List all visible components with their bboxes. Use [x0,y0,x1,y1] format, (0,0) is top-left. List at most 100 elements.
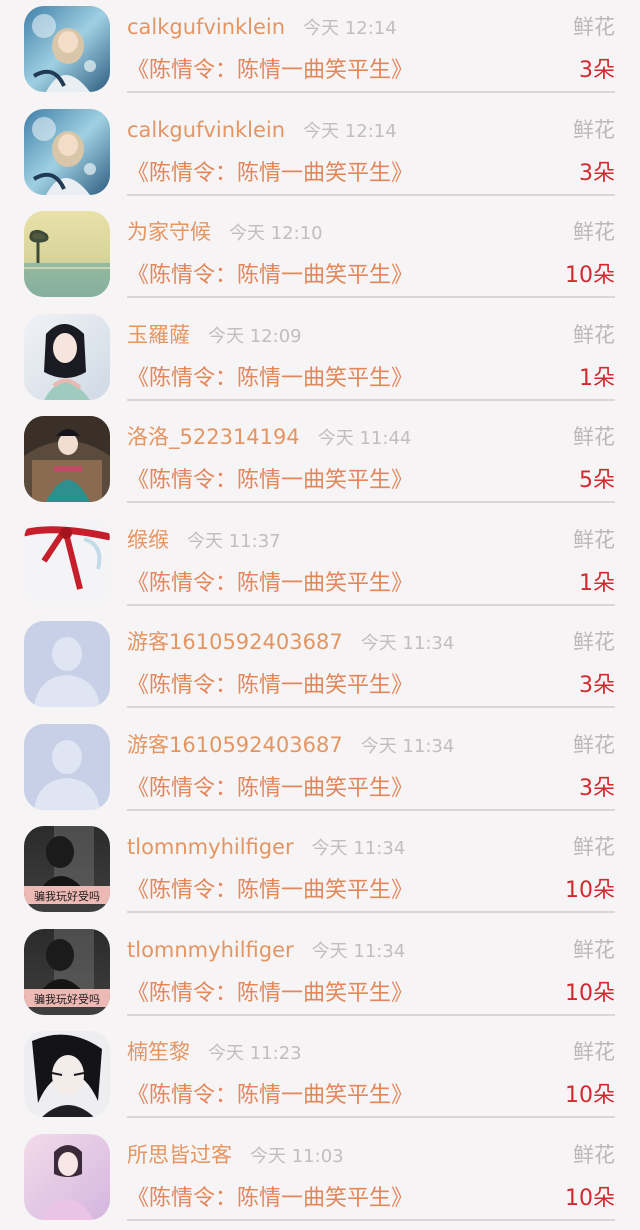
list-item[interactable]: 楠笙黎今天 11:23 鲜花 《陈情令：陈情一曲笑平生》 10朵 [0,1025,640,1128]
avatar[interactable] [24,1031,110,1117]
gift-type: 鲜花 [573,937,615,963]
user-name[interactable]: calkgufvinklein [127,118,285,142]
avatar-image [24,1134,110,1220]
gift-time: 今天 12:14 [303,121,397,142]
item-info: calkgufvinklein 今天 12:14 鲜花 《陈情令：陈情一曲笑平生》… [127,103,615,196]
gift-type: 鲜花 [573,1039,615,1065]
gift-count: 3朵 [579,160,615,188]
avatar-image [24,314,110,400]
book-title[interactable]: 《陈情令：陈情一曲笑平生》 [127,570,413,598]
gift-type: 鲜花 [573,117,615,143]
gift-type: 鲜花 [573,629,615,655]
gift-time: 今天 12:14 [303,18,397,39]
gift-time: 今天 11:34 [312,941,406,962]
gift-count: 10朵 [565,980,615,1008]
user-name[interactable]: tlomnmyhilfiger [127,938,294,962]
avatar-image: 骗我玩好受吗 [24,826,110,912]
book-title[interactable]: 《陈情令：陈情一曲笑平生》 [127,467,413,495]
gift-count: 10朵 [565,262,615,290]
gift-time: 今天 11:37 [187,531,281,552]
user-name[interactable]: 楠笙黎 [127,1040,190,1064]
avatar-image [24,1031,110,1117]
item-info: 为家守候今天 12:10 鲜花 《陈情令：陈情一曲笑平生》 10朵 [127,205,615,298]
user-name[interactable]: 缑缑 [127,528,169,552]
gift-count: 1朵 [579,365,615,393]
user-name[interactable]: 玉羅薩 [127,323,190,347]
list-item[interactable]: calkgufvinklein 今天 12:14 鲜花 《陈情令：陈情一曲笑平生》… [0,103,640,206]
gift-type: 鲜花 [573,424,615,450]
list-item[interactable]: 骗我玩好受吗 tlomnmyhilfiger 今天 11:34 鲜花 《陈情令：陈… [0,820,640,923]
book-title[interactable]: 《陈情令：陈情一曲笑平生》 [127,775,413,803]
user-name[interactable]: calkgufvinklein [127,15,285,39]
list-item[interactable]: 所思皆过客今天 11:03 鲜花 《陈情令：陈情一曲笑平生》 10朵 [0,1128,640,1230]
gift-count: 1朵 [579,570,615,598]
gift-count: 5朵 [579,467,615,495]
gift-type: 鲜花 [573,834,615,860]
avatar-image: 骗我玩好受吗 [24,929,110,1015]
gift-count: 10朵 [565,1185,615,1213]
book-title[interactable]: 《陈情令：陈情一曲笑平生》 [127,262,413,290]
user-name[interactable]: 游客1610592403687 [127,630,343,654]
list-item[interactable]: 游客1610592403687 今天 11:34 鲜花 《陈情令：陈情一曲笑平生》… [0,615,640,718]
item-info: 游客1610592403687今天 11:34 鲜花 《陈情令：陈情一曲笑平生》… [127,718,615,811]
book-title[interactable]: 《陈情令：陈情一曲笑平生》 [127,980,413,1008]
gift-time: 今天 11:34 [361,633,455,654]
list-item[interactable]: 玉羅薩今天 12:09 鲜花 《陈情令：陈情一曲笑平生》 1朵 [0,308,640,411]
book-title[interactable]: 《陈情令：陈情一曲笑平生》 [127,160,413,188]
gift-time: 今天 12:10 [229,223,323,244]
book-title[interactable]: 《陈情令：陈情一曲笑平生》 [127,877,413,905]
avatar-image [24,519,110,605]
user-name[interactable]: tlomnmyhilfiger [127,835,294,859]
list-item[interactable]: 骗我玩好受吗 tlomnmyhilfiger 今天 11:34 鲜花 《陈情令：陈… [0,923,640,1026]
gift-time: 今天 12:09 [208,326,302,347]
avatar[interactable] [24,621,110,707]
list-item[interactable]: 洛洛_522314194 今天 11:44 鲜花 《陈情令：陈情一曲笑平生》 5朵 [0,410,640,513]
list-item[interactable]: 游客1610592403687今天 11:34 鲜花 《陈情令：陈情一曲笑平生》… [0,718,640,821]
gift-type: 鲜花 [573,14,615,40]
avatar[interactable] [24,416,110,502]
avatar-image [24,621,110,707]
user-name[interactable]: 洛洛_522314194 [127,425,300,449]
user-name[interactable]: 游客1610592403687 [127,733,343,757]
avatar-image [24,211,110,297]
user-name[interactable]: 为家守候 [127,220,211,244]
avatar-caption: 骗我玩好受吗 [34,992,100,1006]
list-item[interactable]: calkgufvinklein 今天 12:14 鲜花 《陈情令：陈情一曲笑平生》… [0,0,640,103]
avatar-caption: 骗我玩好受吗 [34,889,100,903]
gift-time: 今天 11:34 [312,838,406,859]
list-item[interactable]: 为家守候今天 12:10 鲜花 《陈情令：陈情一曲笑平生》 10朵 [0,205,640,308]
gift-type: 鲜花 [573,322,615,348]
gift-list: calkgufvinklein 今天 12:14 鲜花 《陈情令：陈情一曲笑平生》… [0,0,640,1230]
book-title[interactable]: 《陈情令：陈情一曲笑平生》 [127,1185,413,1213]
gift-count: 3朵 [579,57,615,85]
avatar-image [24,6,110,92]
gift-type: 鲜花 [573,1142,615,1168]
item-info: 楠笙黎今天 11:23 鲜花 《陈情令：陈情一曲笑平生》 10朵 [127,1025,615,1118]
book-title[interactable]: 《陈情令：陈情一曲笑平生》 [127,57,413,85]
gift-type: 鲜花 [573,732,615,758]
book-title[interactable]: 《陈情令：陈情一曲笑平生》 [127,1082,413,1110]
book-title[interactable]: 《陈情令：陈情一曲笑平生》 [127,365,413,393]
avatar[interactable]: 骗我玩好受吗 [24,929,110,1015]
avatar[interactable] [24,724,110,810]
item-info: 洛洛_522314194 今天 11:44 鲜花 《陈情令：陈情一曲笑平生》 5朵 [127,410,615,503]
avatar[interactable] [24,211,110,297]
avatar[interactable] [24,519,110,605]
avatar[interactable] [24,314,110,400]
gift-count: 10朵 [565,1082,615,1110]
gift-type: 鲜花 [573,527,615,553]
item-info: calkgufvinklein 今天 12:14 鲜花 《陈情令：陈情一曲笑平生》… [127,0,615,93]
item-info: 游客1610592403687 今天 11:34 鲜花 《陈情令：陈情一曲笑平生》… [127,615,615,708]
gift-time: 今天 11:03 [250,1146,344,1167]
avatar[interactable] [24,109,110,195]
gift-time: 今天 11:23 [208,1043,302,1064]
list-item[interactable]: 缑缑今天 11:37 鲜花 《陈情令：陈情一曲笑平生》 1朵 [0,513,640,616]
avatar-image [24,109,110,195]
book-title[interactable]: 《陈情令：陈情一曲笑平生》 [127,672,413,700]
item-info: 所思皆过客今天 11:03 鲜花 《陈情令：陈情一曲笑平生》 10朵 [127,1128,615,1221]
avatar[interactable]: 骗我玩好受吗 [24,826,110,912]
user-name[interactable]: 所思皆过客 [127,1143,232,1167]
avatar[interactable] [24,6,110,92]
gift-time: 今天 11:44 [318,428,412,449]
avatar[interactable] [24,1134,110,1220]
